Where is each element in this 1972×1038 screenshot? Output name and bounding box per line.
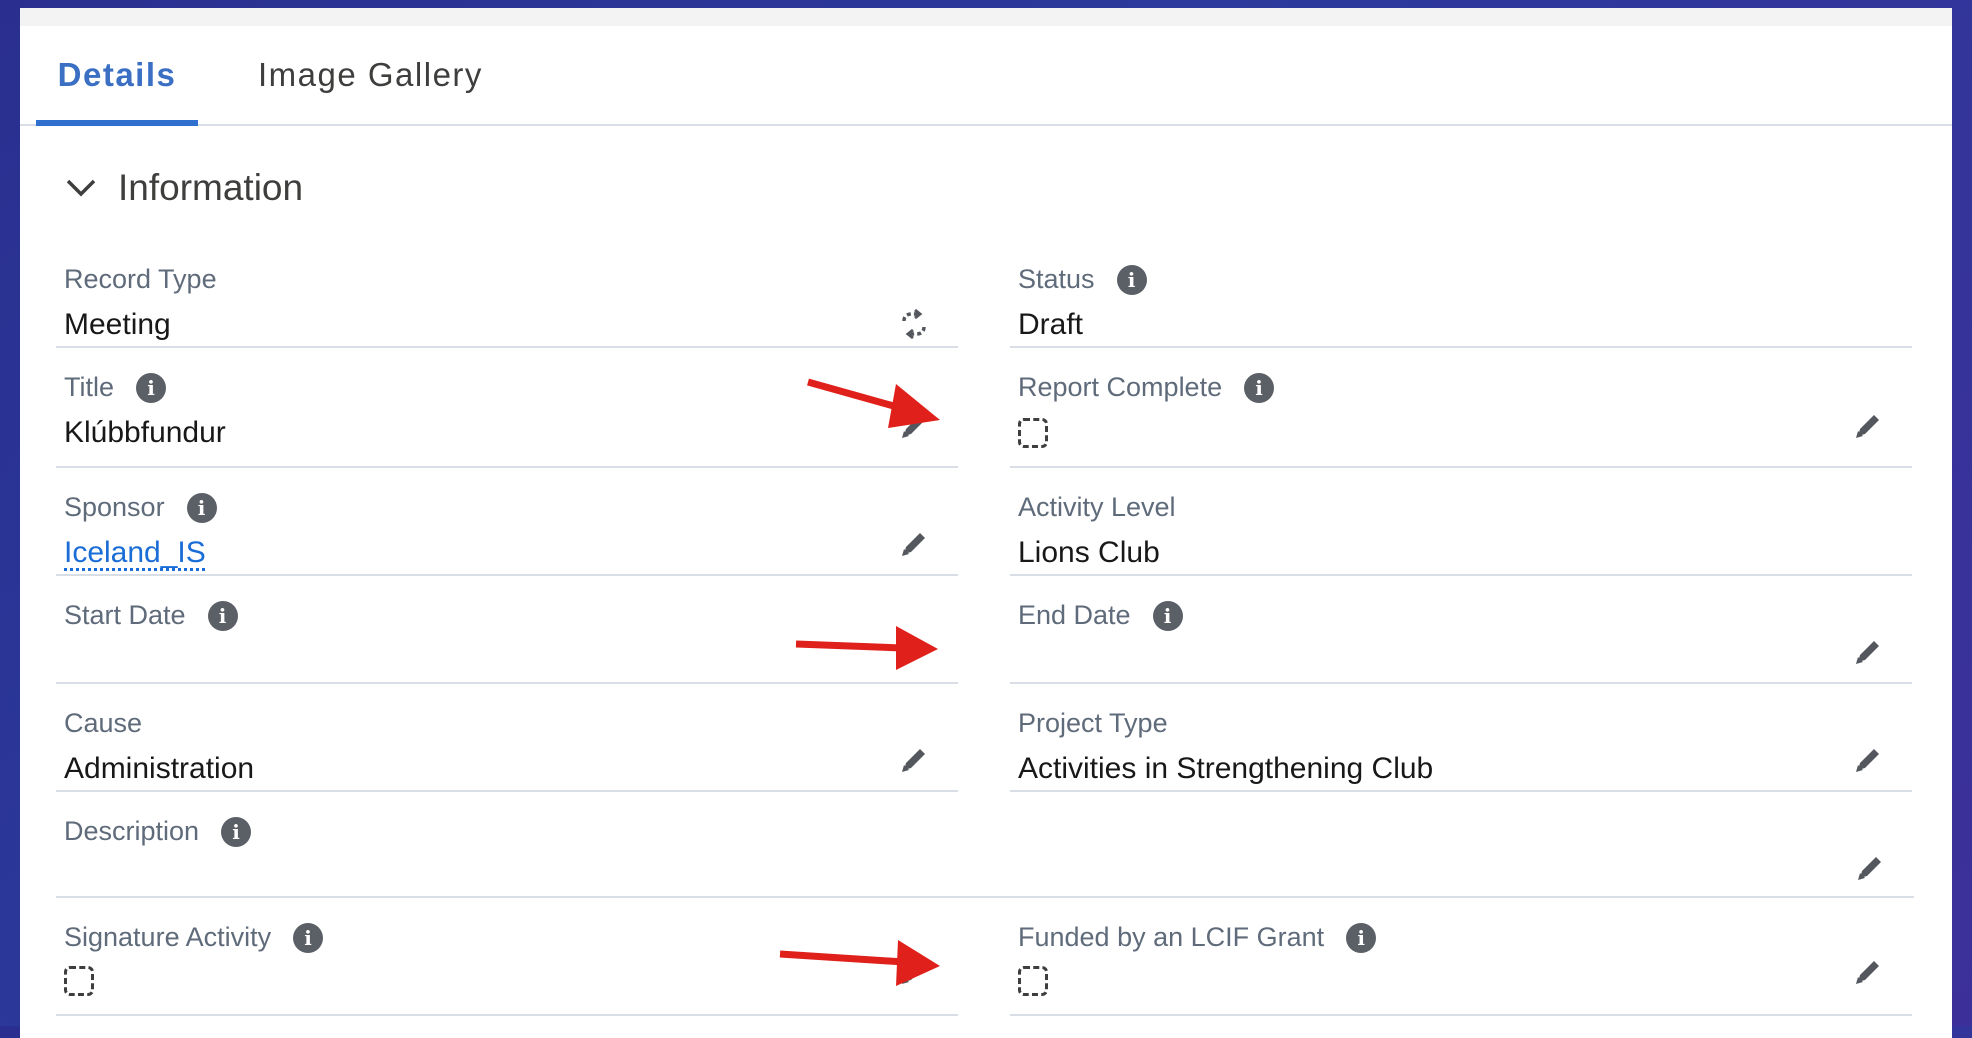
info-icon[interactable]: i: [207, 600, 238, 631]
title-value: Klúbbfundur: [64, 416, 226, 449]
field-label: Report Complete i: [1018, 372, 1275, 403]
info-icon[interactable]: i: [1346, 922, 1377, 953]
tab-details[interactable]: Details: [36, 26, 198, 126]
field-label: Project Type: [1018, 708, 1168, 738]
activity-level-value: Lions Club: [1018, 536, 1160, 569]
section-title: Information: [118, 167, 304, 208]
pencil-edit-icon[interactable]: [1852, 636, 1884, 668]
report-complete-checkbox[interactable]: [1018, 418, 1048, 448]
pencil-edit-icon[interactable]: [1854, 852, 1886, 884]
field-sponsor: Sponsor i Iceland_IS: [56, 468, 958, 576]
cause-value: Administration: [64, 752, 255, 785]
field-label: Cause: [64, 708, 143, 738]
info-icon[interactable]: i: [186, 492, 217, 523]
record-type-value: Meeting: [64, 308, 171, 341]
pencil-edit-icon[interactable]: [1852, 956, 1884, 988]
annotation-arrow-title: [807, 378, 940, 428]
field-label: Activity Level: [1018, 492, 1176, 522]
top-strip: [20, 8, 1952, 26]
pencil-edit-icon[interactable]: [1852, 410, 1884, 442]
field-activity-level: Activity Level Lions Club: [1010, 468, 1912, 576]
tab-image-gallery-label: Image Gallery: [258, 56, 483, 93]
info-icon[interactable]: i: [293, 922, 324, 953]
field-label: Funded by an LCIF Grant i: [1018, 922, 1377, 953]
tab-image-gallery[interactable]: Image Gallery: [258, 26, 483, 124]
annotation-arrow-signature-activity: [779, 940, 940, 986]
field-funded-by-lcif: Funded by an LCIF Grant i: [1010, 898, 1912, 1016]
field-label: Title i: [64, 372, 167, 403]
annotation-arrow-start-date: [795, 626, 938, 670]
field-label: Status i: [1018, 264, 1147, 295]
tab-bar: Details Image Gallery: [20, 26, 1952, 126]
info-icon[interactable]: i: [1152, 600, 1183, 631]
project-type-value: Activities in Strengthening Club: [1018, 752, 1434, 785]
pencil-edit-icon[interactable]: [898, 528, 930, 560]
info-icon[interactable]: i: [1244, 372, 1275, 403]
field-cause: Cause Administration: [56, 684, 958, 792]
pencil-edit-icon[interactable]: [898, 744, 930, 776]
field-status: Status i Draft: [1010, 240, 1912, 348]
field-record-type: Record Type Meeting: [56, 240, 958, 348]
info-icon[interactable]: i: [221, 816, 252, 847]
signature-activity-checkbox[interactable]: [64, 966, 94, 996]
field-label: Description i: [64, 816, 252, 847]
field-label: Record Type: [64, 264, 217, 294]
status-value: Draft: [1018, 308, 1084, 341]
active-tab-indicator: [36, 120, 198, 126]
field-project-type: Project Type Activities in Strengthening…: [1010, 684, 1912, 792]
change-record-type-icon[interactable]: [898, 308, 930, 340]
chevron-down-icon: [66, 179, 96, 197]
field-label: End Date i: [1018, 600, 1183, 631]
field-label: Start Date i: [64, 600, 238, 631]
field-label: Signature Activity i: [64, 922, 324, 953]
section-toggle-information[interactable]: Information: [64, 158, 303, 218]
record-detail-panel: Details Image Gallery Information Record…: [20, 8, 1952, 1038]
field-label: Sponsor i: [64, 492, 217, 523]
tab-details-label: Details: [57, 56, 177, 93]
sponsor-link[interactable]: Iceland_IS: [64, 536, 206, 570]
field-end-date: End Date i: [1010, 576, 1912, 684]
pencil-edit-icon[interactable]: [1852, 744, 1884, 776]
info-icon[interactable]: i: [1116, 264, 1147, 295]
funded-by-lcif-checkbox[interactable]: [1018, 966, 1048, 996]
field-report-complete: Report Complete i: [1010, 348, 1912, 468]
info-icon[interactable]: i: [136, 372, 167, 403]
field-description: Description i: [56, 792, 1914, 898]
